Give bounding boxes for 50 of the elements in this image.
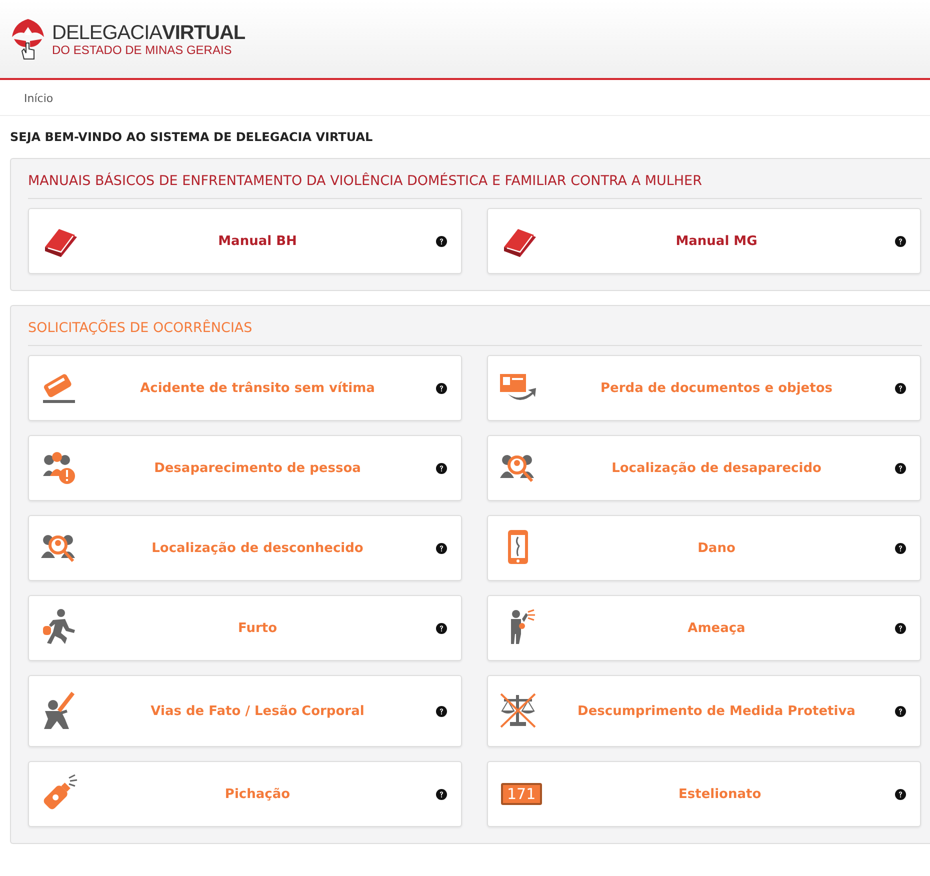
- service-label: Pichação: [224, 786, 292, 802]
- service-label: Vias de Fato / Lesão Corporal: [150, 704, 366, 718]
- service-card[interactable]: Desaparecimento de pessoa: [28, 435, 462, 501]
- service-card[interactable]: Localização de desaparecido: [487, 435, 921, 501]
- service-card[interactable]: Descumprimento de Medida Protetiva: [487, 675, 921, 747]
- help-icon[interactable]: [436, 788, 447, 800]
- service-card[interactable]: Dano: [487, 515, 921, 581]
- breadcrumb-link[interactable]: Início: [24, 92, 54, 105]
- help-icon[interactable]: [895, 542, 906, 554]
- help-icon[interactable]: [895, 788, 906, 800]
- help-icon[interactable]: [436, 622, 447, 634]
- service-label: Localização de desaparecido: [610, 460, 822, 476]
- service-label: Manual BH: [217, 234, 298, 248]
- logo-subtitle: DO ESTADO DE MINAS GERAIS: [52, 44, 233, 56]
- service-label: Manual MG: [674, 234, 758, 248]
- help-icon[interactable]: [436, 462, 447, 474]
- service-card[interactable]: Manual BH: [28, 208, 462, 274]
- help-icon[interactable]: [895, 382, 906, 394]
- service-card[interactable]: Ameaça: [487, 595, 921, 661]
- service-label: Dano: [696, 540, 736, 556]
- service-card[interactable]: Perda de documentos e objetos: [487, 355, 921, 421]
- help-icon[interactable]: [895, 236, 906, 246]
- service-card[interactable]: 171 Estelionato: [487, 761, 921, 827]
- help-icon[interactable]: [436, 382, 447, 394]
- service-label: Localização de desconhecido: [150, 540, 364, 556]
- service-label: Descumprimento de Medida Protetiva: [576, 704, 856, 718]
- service-card[interactable]: Acidente de trânsito sem vítima: [28, 355, 462, 421]
- section-title: SOLICITAÇÕES DE OCORRÊNCIAS: [28, 320, 922, 346]
- section-title: MANUAIS BÁSICOS DE ENFRENTAMENTO DA VIOLÊNCIA DOMÉSTICA E FAMILIAR CONTRA A MULHER: [28, 173, 922, 199]
- page-title: SEJA BEM-VINDO AO SISTEMA DE DELEGACIA VIRTUAL: [9, 129, 374, 146]
- service-card[interactable]: Furto: [28, 595, 462, 661]
- logo-title: DELEGACIAVIRTUAL: [52, 22, 246, 42]
- service-label: Desaparecimento de pessoa: [153, 460, 362, 476]
- help-icon[interactable]: [436, 706, 447, 716]
- service-card[interactable]: Localização de desconhecido: [28, 515, 462, 581]
- service-card[interactable]: Manual MG: [487, 208, 921, 274]
- help-icon[interactable]: [895, 622, 906, 634]
- help-icon[interactable]: [436, 542, 447, 554]
- help-icon[interactable]: [436, 236, 447, 246]
- service-label: Furto: [236, 620, 278, 636]
- service-card[interactable]: Pichação: [28, 761, 462, 827]
- help-icon[interactable]: [895, 706, 906, 716]
- service-label: Ameaça: [686, 620, 746, 636]
- service-label: Perda de documentos e objetos: [600, 380, 834, 396]
- service-label: Acidente de trânsito sem vítima: [139, 380, 376, 396]
- help-icon[interactable]: [895, 462, 906, 474]
- service-card[interactable]: Vias de Fato / Lesão Corporal: [28, 675, 462, 747]
- hand-shield-logo-icon: [10, 17, 46, 61]
- number-badge: 171: [501, 783, 542, 805]
- service-label: Estelionato: [677, 786, 762, 802]
